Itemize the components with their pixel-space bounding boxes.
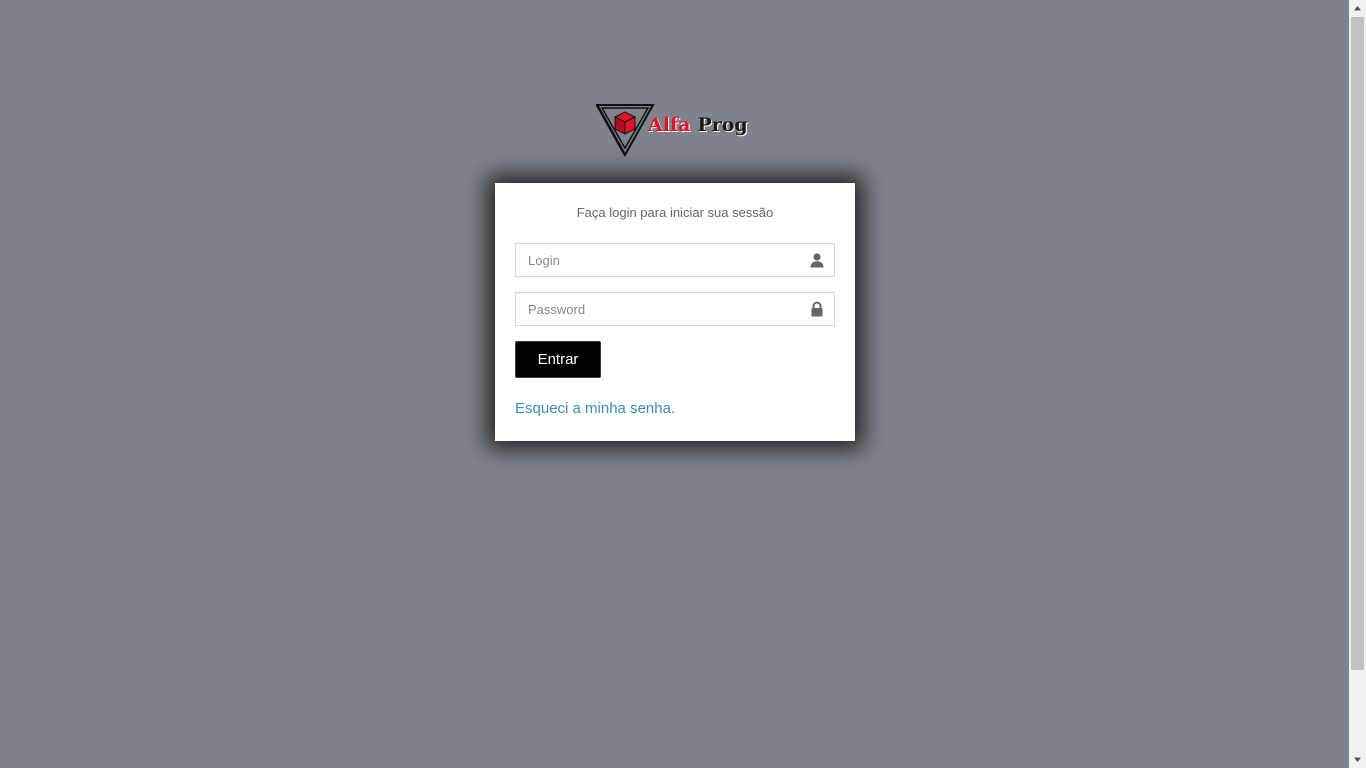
- scroll-down-icon[interactable]: [1349, 751, 1366, 768]
- login-box-message: Faça login para iniciar sua sessão: [576, 205, 774, 220]
- brand-logo[interactable]: Alfa Prog: [596, 103, 748, 157]
- scroll-up-icon[interactable]: [1349, 0, 1366, 17]
- scrollbar-thumb[interactable]: [1351, 17, 1364, 670]
- password-input[interactable]: [516, 293, 806, 325]
- lock-icon: [809, 301, 825, 317]
- brand-word-alfa: Alfa: [648, 114, 691, 136]
- forgot-password-link[interactable]: Esqueci a minha senha.: [515, 400, 675, 417]
- vertical-scrollbar[interactable]: [1349, 0, 1366, 768]
- login-input[interactable]: [516, 244, 806, 276]
- user-icon: [809, 252, 825, 268]
- triangle-cube-logo-icon: [596, 104, 655, 157]
- brand-name: Alfa Prog: [648, 114, 748, 136]
- login-field-group: [515, 243, 835, 277]
- submit-button[interactable]: Entrar: [515, 341, 601, 378]
- login-box: Faça login para iniciar sua sessão Login…: [495, 183, 855, 441]
- brand-word-prog: Prog: [697, 114, 748, 136]
- password-field-group: [515, 292, 835, 326]
- login-page: Alfa Prog Faça login para iniciar sua ses…: [0, 0, 1366, 768]
